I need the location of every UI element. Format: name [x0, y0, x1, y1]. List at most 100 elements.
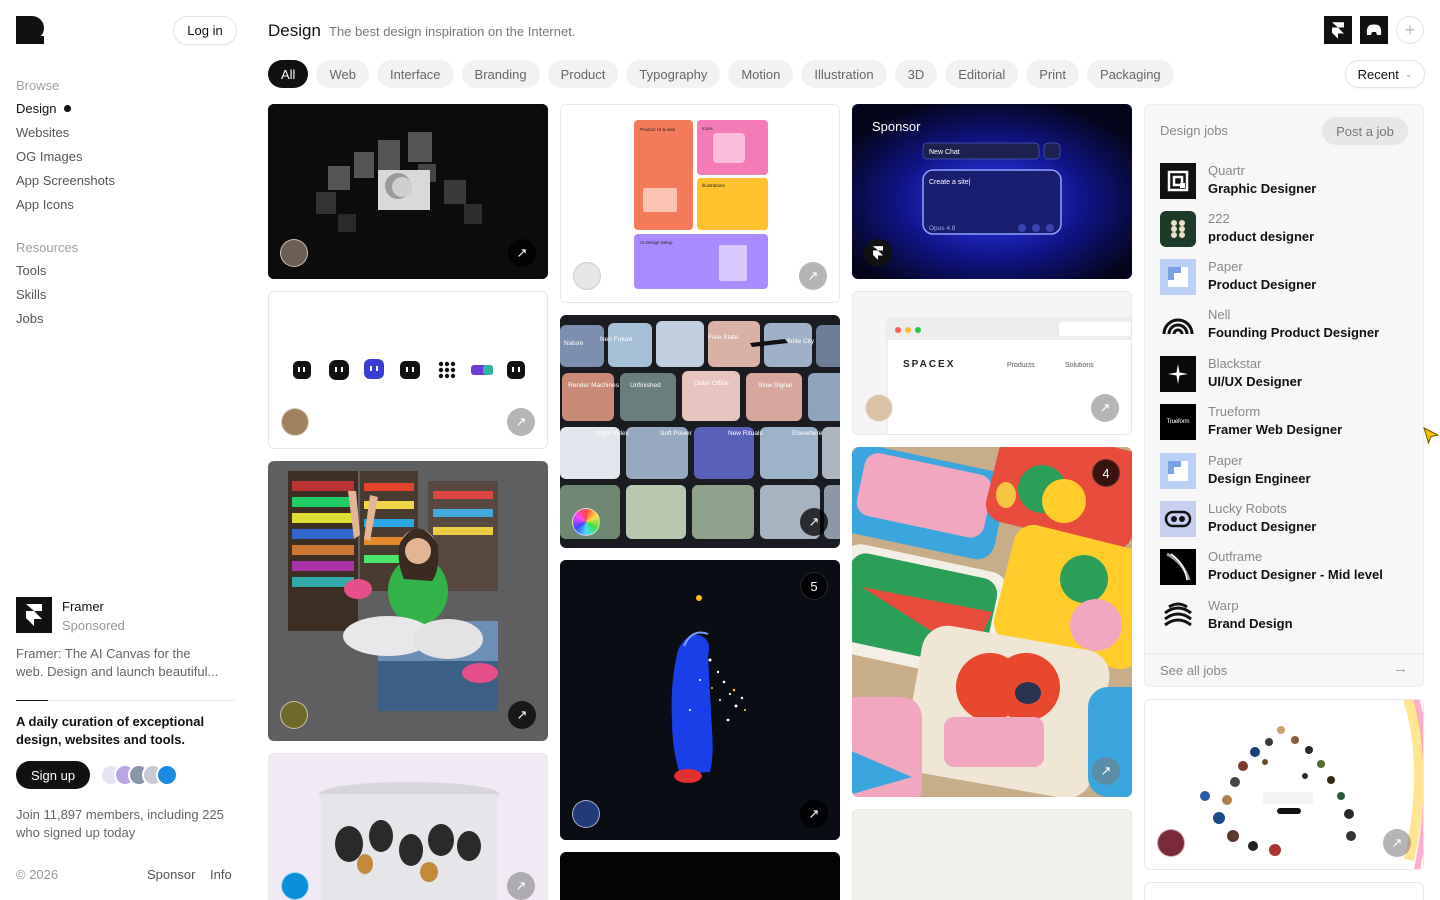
- open-arrow-icon[interactable]: ↗: [799, 262, 827, 290]
- filter-chip-illustration[interactable]: Illustration: [801, 60, 887, 88]
- author-avatar[interactable]: [573, 262, 601, 290]
- design-card[interactable]: [852, 809, 1132, 900]
- sidebar-item-websites[interactable]: Websites: [16, 125, 69, 140]
- members-count: Join 11,897 members, including 225 who s…: [16, 807, 224, 840]
- tile-label: Outer Office: [694, 380, 729, 387]
- site-tagline: A daily curation of exceptional design, …: [16, 714, 205, 747]
- design-card[interactable]: 4 ↗: [852, 447, 1132, 797]
- filter-chip-editorial[interactable]: Editorial: [945, 60, 1019, 88]
- footer-link-sponsor[interactable]: Sponsor: [147, 867, 195, 882]
- panel-title: Illustrations: [702, 183, 726, 188]
- framer-logo-icon[interactable]: [864, 239, 892, 267]
- author-avatar[interactable]: [280, 701, 308, 729]
- open-arrow-icon[interactable]: ↗: [508, 701, 536, 729]
- filter-chip-web[interactable]: Web: [316, 60, 369, 88]
- blackstar-logo-icon: [1160, 356, 1196, 392]
- open-arrow-icon[interactable]: ↗: [508, 239, 536, 267]
- job-title: Design Engineer: [1208, 471, 1311, 486]
- sort-dropdown[interactable]: Recent ⌄: [1345, 60, 1425, 88]
- community-icon[interactable]: [1360, 16, 1388, 44]
- tile-label: Elsewhere: [792, 430, 823, 437]
- member-avatars: [100, 764, 178, 786]
- filter-chip-print[interactable]: Print: [1026, 60, 1079, 88]
- open-arrow-icon[interactable]: ↗: [800, 508, 828, 536]
- filter-chip-3d[interactable]: 3D: [894, 60, 938, 88]
- sponsored-card[interactable]: New Chat Create a site| Opus 4.8 Sponsor: [852, 104, 1132, 279]
- filter-chip-typography[interactable]: Typography: [626, 60, 721, 88]
- sidebar-item-skills[interactable]: Skills: [16, 287, 46, 302]
- filter-chip-interface[interactable]: Interface: [376, 60, 454, 88]
- arrow-right-icon[interactable]: →: [1393, 660, 1408, 677]
- author-avatar[interactable]: [281, 408, 309, 436]
- job-listing[interactable]: Outframe Product Designer - Mid level: [1160, 547, 1410, 587]
- author-avatar[interactable]: [572, 800, 600, 828]
- job-listing[interactable]: Blackstar UI/UX Designer: [1160, 354, 1410, 394]
- open-arrow-icon[interactable]: ↗: [800, 800, 828, 828]
- sidebar-item-app-icons[interactable]: App Icons: [16, 197, 74, 212]
- signup-button[interactable]: Sign up: [16, 761, 90, 789]
- open-arrow-icon[interactable]: ↗: [1383, 829, 1411, 857]
- tile-label: Neo Future: [600, 336, 633, 343]
- filter-chip-branding[interactable]: Branding: [461, 60, 540, 88]
- job-listing[interactable]: Quartr Graphic Designer: [1160, 161, 1410, 201]
- sidebar-item-tools[interactable]: Tools: [16, 263, 46, 278]
- footer-link-info[interactable]: Info: [210, 867, 232, 882]
- job-listing[interactable]: 222 product designer: [1160, 209, 1410, 249]
- tile-label: Free State: [708, 334, 739, 341]
- open-arrow-icon[interactable]: ↗: [507, 408, 535, 436]
- see-all-jobs-link[interactable]: See all jobs: [1160, 663, 1227, 678]
- author-avatar[interactable]: [280, 239, 308, 267]
- filter-chip-product[interactable]: Product: [547, 60, 619, 88]
- design-card[interactable]: ↗: [268, 461, 548, 741]
- job-title: UI/UX Designer: [1208, 374, 1302, 389]
- framer-icon[interactable]: [1324, 16, 1352, 44]
- sidebar-item-design[interactable]: Design: [16, 101, 72, 116]
- design-card[interactable]: Nature Neo Future Free State Infinite Ci…: [560, 315, 840, 548]
- sidebar-item-app-screenshots[interactable]: App Screenshots: [16, 173, 115, 188]
- paper-logo-icon: [1160, 453, 1196, 489]
- design-card[interactable]: ↗: [268, 291, 548, 449]
- nell-logo-icon: [1160, 307, 1196, 343]
- add-icon[interactable]: +: [1396, 16, 1424, 44]
- site-logo-icon[interactable]: [16, 16, 44, 44]
- job-listing[interactable]: Paper Product Designer: [1160, 257, 1410, 297]
- job-listing[interactable]: Trueform Trueform Framer Web Designer: [1160, 402, 1410, 442]
- sponsor-description-line: web. Design and launch beautiful...: [16, 664, 219, 679]
- tile-label: Slow Signal: [758, 382, 793, 389]
- job-listing[interactable]: Paper Design Engineer: [1160, 451, 1410, 491]
- filter-chip-all[interactable]: All: [268, 60, 309, 88]
- job-listing[interactable]: Lucky Robots Product Designer: [1160, 499, 1410, 539]
- filter-chip-packaging[interactable]: Packaging: [1086, 60, 1174, 88]
- open-arrow-icon[interactable]: ↗: [1091, 394, 1119, 422]
- open-arrow-icon[interactable]: ↗: [507, 872, 535, 900]
- author-avatar[interactable]: [865, 394, 893, 422]
- spacex-logo-text: SPACEX: [903, 359, 955, 370]
- tile-label: New Rituals: [728, 430, 763, 437]
- design-card[interactable]: [560, 852, 840, 900]
- design-card[interactable]: ↗: [268, 753, 548, 900]
- sponsor-description-line: Framer: The AI Canvas for the: [16, 646, 191, 661]
- nav-label: Solutions: [1065, 362, 1094, 369]
- paper-logo-icon: [1160, 259, 1196, 295]
- job-company: Nell: [1208, 307, 1231, 322]
- login-button[interactable]: Log in: [173, 16, 237, 45]
- tile-label: Night Index: [596, 430, 630, 437]
- design-card[interactable]: Product UI & web Icons Illustrations AI …: [560, 104, 840, 303]
- filter-chip-motion[interactable]: Motion: [728, 60, 794, 88]
- post-job-button[interactable]: Post a job: [1322, 117, 1408, 145]
- author-avatar[interactable]: [572, 508, 600, 536]
- author-avatar[interactable]: [281, 872, 309, 900]
- sidebar-item-label: Websites: [16, 125, 70, 140]
- job-listing[interactable]: Warp Brand Design: [1160, 596, 1410, 636]
- open-arrow-icon[interactable]: ↗: [1092, 757, 1120, 785]
- sidebar-item-jobs[interactable]: Jobs: [16, 311, 43, 326]
- job-listing[interactable]: Nell Founding Product Designer: [1160, 305, 1410, 345]
- sidebar-item-og-images[interactable]: OG Images: [16, 149, 82, 164]
- design-card[interactable]: [1144, 882, 1424, 900]
- author-avatar[interactable]: [1157, 829, 1185, 857]
- design-card[interactable]: 5 ↗: [560, 560, 840, 840]
- design-card[interactable]: ↗: [268, 104, 548, 279]
- job-company: Quartr: [1208, 163, 1245, 178]
- design-card[interactable]: ↗: [1144, 699, 1424, 870]
- design-card[interactable]: SPACEX Products Solutions ↗: [852, 291, 1132, 435]
